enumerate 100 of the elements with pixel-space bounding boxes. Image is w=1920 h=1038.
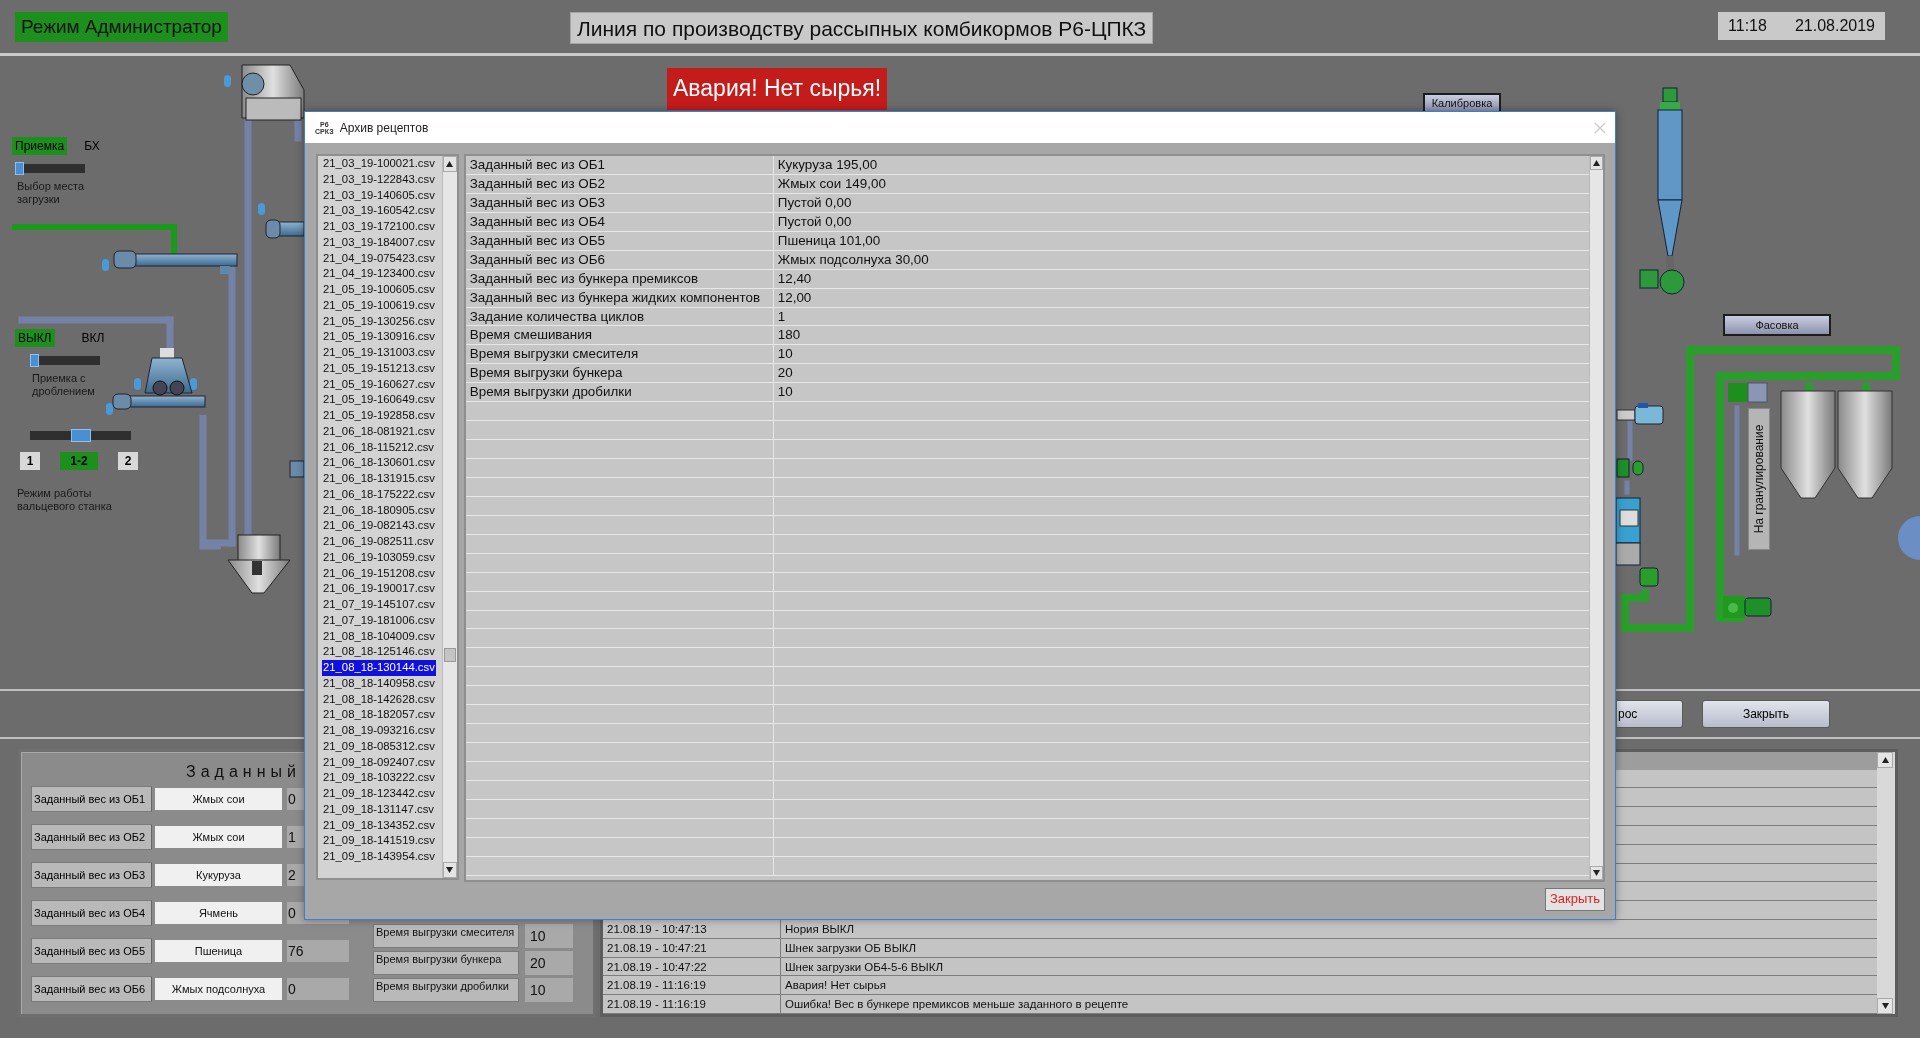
close-button[interactable]: Закрыть bbox=[1544, 887, 1605, 911]
file-item[interactable]: 21_09_18-085312.csv bbox=[322, 738, 436, 755]
file-item[interactable]: 21_08_18-142628.csv bbox=[322, 691, 436, 708]
calibration-button[interactable]: Калибровка bbox=[1423, 93, 1501, 113]
file-item[interactable]: 21_09_18-103222.csv bbox=[322, 770, 436, 786]
file-item[interactable]: 21_09_18-143954.csv bbox=[322, 849, 436, 865]
file-item[interactable]: 21_06_18-131915.csv bbox=[322, 471, 436, 487]
motor-drawing bbox=[1616, 403, 1664, 425]
file-item[interactable]: 21_08_19-093216.csv bbox=[322, 723, 436, 739]
file-item[interactable]: 21_07_19-181006.csv bbox=[322, 612, 436, 629]
setpoint-button[interactable]: Заданный вес из ОБ2 bbox=[31, 824, 152, 850]
motor-drawing bbox=[1723, 596, 1772, 618]
file-item[interactable]: 21_09_18-092407.csv bbox=[322, 754, 436, 771]
file-item[interactable]: 21_05_19-100619.csv bbox=[322, 297, 436, 314]
file-item[interactable]: 21_05_19-100605.csv bbox=[322, 282, 436, 298]
file-item[interactable]: 21_06_18-115212.csv bbox=[322, 439, 435, 456]
slider-thumb[interactable] bbox=[15, 162, 24, 175]
file-item[interactable]: 21_06_18-130601.csv bbox=[322, 455, 436, 471]
setpoint-button[interactable]: Заданный вес из ОБ5 bbox=[31, 938, 152, 964]
scroll-up-icon[interactable] bbox=[1877, 752, 1893, 768]
value-cell-text: 20 bbox=[776, 364, 793, 383]
close-button[interactable]: Закрыть bbox=[1702, 700, 1830, 728]
value-cell-text: 12,40 bbox=[776, 269, 812, 288]
granulation-label: На гранулирование bbox=[1748, 408, 1770, 550]
ingredient-field[interactable]: Ячмень bbox=[155, 902, 282, 924]
file-item[interactable]: 21_08_18-125146.csv bbox=[322, 644, 436, 660]
scroll-up-icon[interactable] bbox=[1590, 156, 1603, 170]
file-item[interactable]: 21_07_19-145107.csv bbox=[322, 597, 436, 613]
log-time: 21.08.19 - 11:16:19 bbox=[603, 976, 781, 995]
slider-track[interactable] bbox=[30, 431, 131, 440]
file-item[interactable]: 21_06_18-180905.csv bbox=[322, 502, 436, 519]
file-item[interactable]: 21_06_19-151208.csv bbox=[322, 565, 436, 582]
file-item[interactable]: 21_05_19-151213.csv bbox=[322, 360, 436, 377]
file-item[interactable]: 21_03_19-122843.csv bbox=[322, 171, 436, 188]
file-item[interactable]: 21_05_19-192858.csv bbox=[322, 408, 436, 424]
mode-option[interactable]: 2 bbox=[118, 452, 138, 470]
setpoint-button[interactable]: Заданный вес из ОБ1 bbox=[31, 786, 152, 812]
time-field[interactable]: 10 bbox=[525, 924, 573, 948]
ingredient-field[interactable]: Жмых подсолнуха bbox=[155, 978, 282, 1000]
file-item[interactable]: 21_06_19-082143.csv bbox=[322, 518, 436, 534]
file-item[interactable]: 21_06_18-175222.csv bbox=[322, 486, 436, 503]
setpoint-button[interactable]: Заданный вес из ОБ6 bbox=[31, 976, 152, 1002]
file-item[interactable]: 21_05_19-130256.csv bbox=[322, 313, 436, 330]
mode-option[interactable]: ВКЛ bbox=[78, 329, 108, 347]
mode-option[interactable]: Приемка bbox=[12, 137, 68, 155]
file-item[interactable]: 21_09_18-123442.csv bbox=[322, 786, 436, 802]
file-item[interactable]: 21_08_18-130144.csv bbox=[322, 660, 436, 676]
file-item[interactable]: 21_09_18-134352.csv bbox=[322, 817, 436, 834]
file-item[interactable]: 21_08_18-182057.csv bbox=[322, 707, 436, 723]
file-item[interactable]: 21_03_19-172100.csv bbox=[322, 219, 436, 235]
weight-field[interactable]: 0 bbox=[287, 978, 349, 1000]
file-item[interactable]: 21_05_19-160649.csv bbox=[322, 392, 436, 408]
time-label: Время выгрузки смесителя bbox=[373, 924, 519, 948]
file-item[interactable]: 21_03_19-160542.csv bbox=[322, 203, 436, 219]
slider-track[interactable] bbox=[15, 164, 85, 173]
slider-track[interactable] bbox=[30, 356, 100, 365]
file-item[interactable]: 21_03_19-140605.csv bbox=[322, 187, 436, 204]
packing-button[interactable]: Фасовка bbox=[1723, 314, 1831, 336]
file-item[interactable]: 21_05_19-131003.csv bbox=[322, 345, 436, 361]
slider-thumb[interactable] bbox=[70, 429, 91, 442]
weight-field[interactable]: 76 bbox=[287, 940, 349, 962]
slider-thumb[interactable] bbox=[30, 354, 39, 367]
time-field[interactable]: 10 bbox=[525, 978, 573, 1002]
ingredient-field[interactable]: Кукуруза bbox=[155, 864, 282, 886]
mode-option[interactable]: БХ bbox=[81, 137, 103, 155]
file-item[interactable]: 21_08_18-104009.csv bbox=[322, 628, 436, 645]
file-item[interactable]: 21_08_18-140958.csv bbox=[322, 675, 436, 692]
scroll-down-icon[interactable] bbox=[1877, 998, 1893, 1014]
file-item[interactable]: 21_06_18-081921.csv bbox=[322, 423, 436, 440]
log-message: Нория ВЫКЛ bbox=[784, 922, 855, 937]
collapse-handle-icon[interactable] bbox=[1898, 516, 1920, 560]
time-field[interactable]: 20 bbox=[525, 951, 573, 975]
setpoint-button[interactable]: Заданный вес из ОБ4 bbox=[31, 900, 152, 926]
mode-option[interactable]: 1-2 bbox=[60, 452, 98, 470]
ingredient-field[interactable]: Пшеница bbox=[155, 940, 282, 962]
mode-indicator: Режим Администратор bbox=[15, 12, 228, 42]
time-label: Время выгрузки бункера bbox=[373, 951, 519, 975]
file-item[interactable]: 21_05_19-160627.csv bbox=[322, 376, 436, 393]
file-item[interactable]: 21_03_19-100021.csv bbox=[322, 156, 436, 172]
mode-option[interactable]: 1 bbox=[20, 452, 40, 470]
file-item[interactable]: 21_05_19-130916.csv bbox=[322, 329, 436, 345]
file-item[interactable]: 21_03_19-184007.csv bbox=[322, 234, 436, 251]
ingredient-field[interactable]: Жмых сои bbox=[155, 826, 282, 848]
scroll-thumb[interactable] bbox=[443, 648, 456, 662]
scroll-up-icon[interactable] bbox=[442, 156, 457, 172]
file-item[interactable]: 21_06_19-082511.csv bbox=[322, 534, 435, 550]
scroll-down-icon[interactable] bbox=[442, 862, 457, 878]
reset-button[interactable]: рос bbox=[1617, 700, 1683, 728]
alarm-banner: Авария! Нет сырья! bbox=[667, 68, 888, 110]
file-item[interactable]: 21_09_18-141519.csv bbox=[322, 833, 436, 849]
file-item[interactable]: 21_09_18-131147.csv bbox=[322, 801, 435, 818]
mode-option[interactable]: ВЫКЛ bbox=[15, 329, 55, 347]
setpoint-button[interactable]: Заданный вес из ОБ3 bbox=[31, 862, 152, 888]
file-item[interactable]: 21_06_19-103059.csv bbox=[322, 549, 436, 566]
file-item[interactable]: 21_06_19-190017.csv bbox=[322, 581, 436, 597]
file-item[interactable]: 21_04_19-123400.csv bbox=[322, 266, 436, 282]
scroll-down-icon[interactable] bbox=[1590, 866, 1603, 880]
pipe-drawing bbox=[1624, 480, 1630, 495]
ingredient-field[interactable]: Жмых сои bbox=[155, 788, 282, 810]
file-item[interactable]: 21_04_19-075423.csv bbox=[322, 250, 436, 267]
